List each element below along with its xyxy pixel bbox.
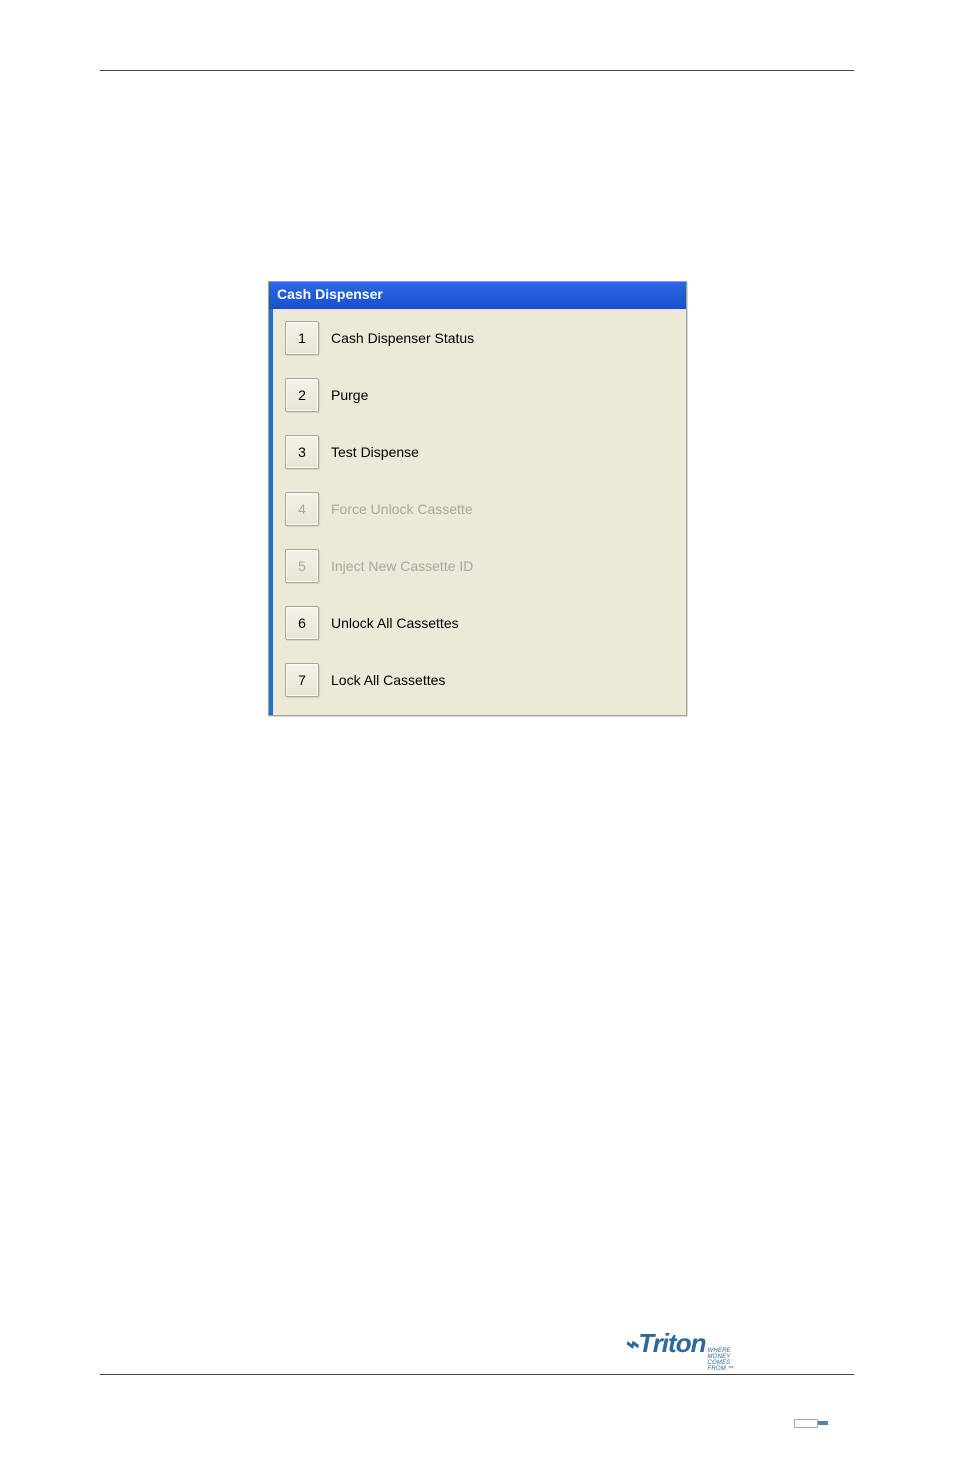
- option-7-button[interactable]: 7: [285, 663, 319, 697]
- menu-item-inject-new-cassette-id: 5 Inject New Cassette ID: [285, 549, 676, 583]
- menu-item-unlock-all-cassettes: 6 Unlock All Cassettes: [285, 606, 676, 640]
- footer-logo-block: ⌁ Triton WHERE MONEY COMES FROM.™: [794, 1416, 844, 1427]
- logo-swoosh-icon: ⌁: [624, 1333, 638, 1357]
- option-5-button: 5: [285, 549, 319, 583]
- option-4-label: Force Unlock Cassette: [331, 501, 473, 517]
- dialog-title: Cash Dispenser: [277, 286, 383, 302]
- option-1-label: Cash Dispenser Status: [331, 330, 474, 346]
- menu-item-cash-dispenser-status: 1 Cash Dispenser Status: [285, 321, 676, 355]
- option-3-label: Test Dispense: [331, 444, 419, 460]
- option-3-button[interactable]: 3: [285, 435, 319, 469]
- page-divider-top: [100, 70, 854, 71]
- logo-tagline: WHERE MONEY COMES FROM.™: [707, 1348, 734, 1372]
- option-4-button: 4: [285, 492, 319, 526]
- option-6-button[interactable]: 6: [285, 606, 319, 640]
- option-2-button[interactable]: 2: [285, 378, 319, 412]
- option-5-label: Inject New Cassette ID: [331, 558, 473, 574]
- option-2-label: Purge: [331, 387, 368, 403]
- menu-item-test-dispense: 3 Test Dispense: [285, 435, 676, 469]
- page-divider-bottom: [100, 1374, 854, 1375]
- logo-badge-icon: [794, 1419, 822, 1427]
- menu-item-purge: 2 Purge: [285, 378, 676, 412]
- option-6-label: Unlock All Cassettes: [331, 615, 459, 631]
- logo-brand-text: Triton: [638, 1328, 705, 1359]
- dialog-body: 1 Cash Dispenser Status 2 Purge 3 Test D…: [269, 309, 686, 715]
- option-7-label: Lock All Cassettes: [331, 672, 445, 688]
- dialog-titlebar: Cash Dispenser: [269, 282, 686, 309]
- cash-dispenser-dialog: Cash Dispenser 1 Cash Dispenser Status 2…: [268, 281, 687, 716]
- menu-item-lock-all-cassettes: 7 Lock All Cassettes: [285, 663, 676, 697]
- triton-logo: ⌁ Triton WHERE MONEY COMES FROM.™: [624, 1328, 734, 1372]
- option-1-button[interactable]: 1: [285, 321, 319, 355]
- menu-item-force-unlock-cassette: 4 Force Unlock Cassette: [285, 492, 676, 526]
